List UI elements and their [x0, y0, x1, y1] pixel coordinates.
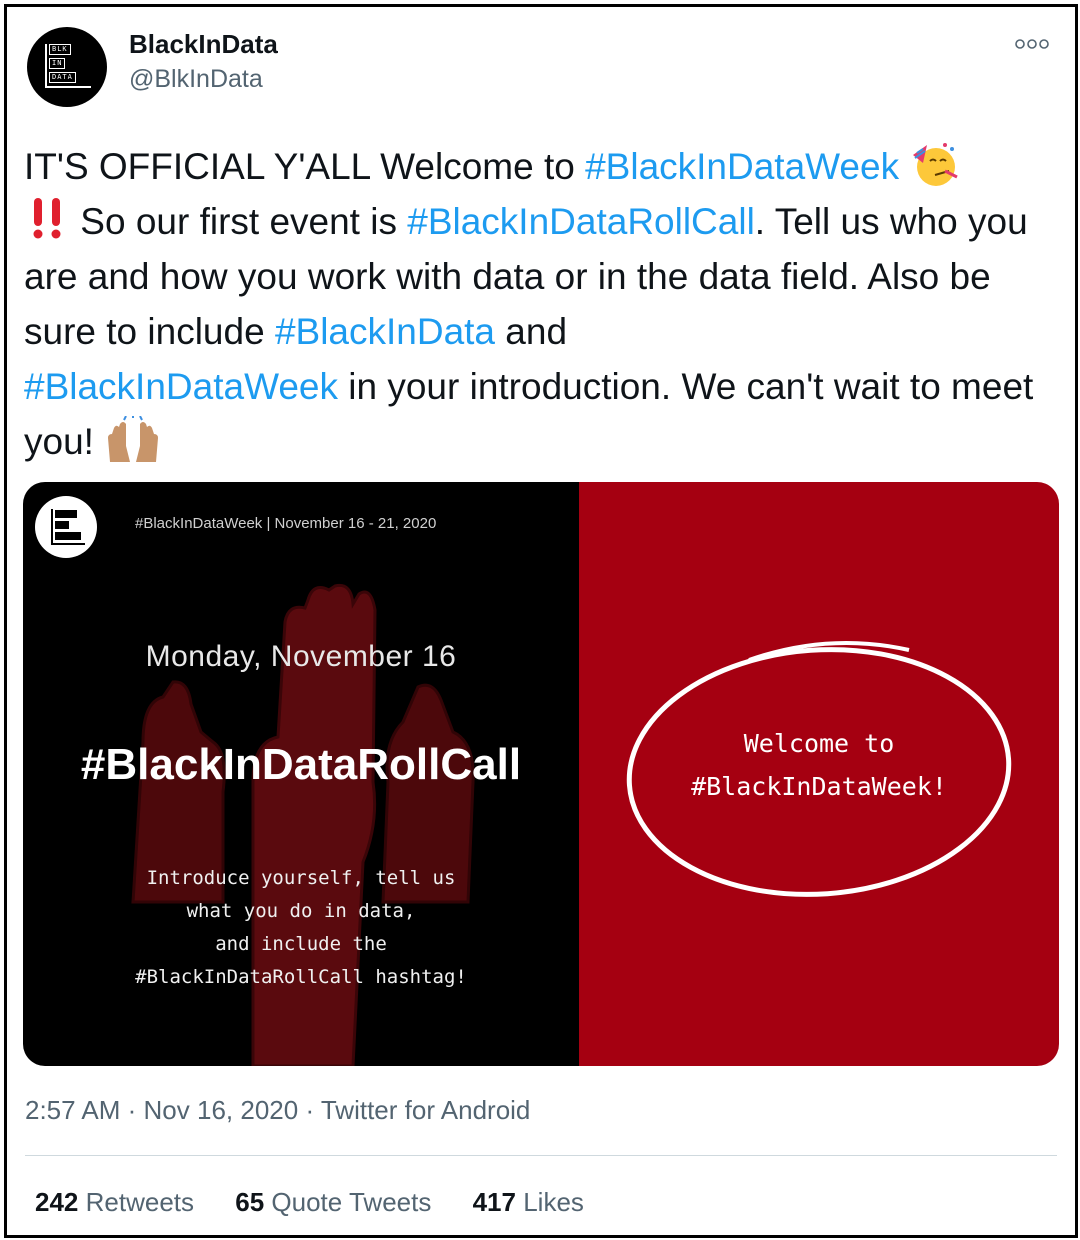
separator: · — [305, 1095, 321, 1125]
tweet-source[interactable]: Twitter for Android — [321, 1095, 531, 1125]
likes-stat[interactable]: 417 Likes — [473, 1187, 584, 1218]
tweet-meta: 2:57 AM · Nov 16, 2020 · Twitter for And… — [25, 1095, 530, 1126]
quote-tweets-count: 65 — [235, 1187, 265, 1217]
image-welcome-text: Welcome to #BlackInDataWeek! — [579, 722, 1059, 808]
avatar[interactable]: BLK IN DATA — [27, 27, 107, 107]
image-left-panel: #BlackInDataWeek | November 16 - 21, 202… — [23, 482, 579, 1066]
hashtag-link[interactable]: #BlackInData — [275, 311, 495, 352]
author-name[interactable]: BlackInData — [129, 29, 278, 60]
author-handle[interactable]: @BlkInData — [129, 65, 263, 94]
likes-label: Likes — [523, 1187, 584, 1217]
party-face-emoji-icon — [909, 141, 959, 187]
hashtag-link[interactable]: #BlackInDataWeek — [24, 366, 338, 407]
tweet-date[interactable]: Nov 16, 2020 — [144, 1095, 299, 1125]
image-intro-line: Introduce yourself, tell us — [146, 867, 456, 889]
blk-in-data-logo: BLK IN DATA — [45, 44, 91, 88]
image-welcome-line: #BlackInDataWeek! — [691, 772, 947, 801]
tweet-image[interactable]: #BlackInDataWeek | November 16 - 21, 202… — [23, 482, 1059, 1066]
retweets-count: 242 — [35, 1187, 79, 1217]
image-date-line: #BlackInDataWeek | November 16 - 21, 202… — [135, 515, 437, 532]
image-intro-line: what you do in data, — [186, 900, 416, 922]
hashtag-link[interactable]: #BlackInDataRollCall — [407, 201, 755, 242]
hashtag-link[interactable]: #BlackInDataWeek — [585, 146, 899, 187]
likes-count: 417 — [472, 1187, 516, 1217]
image-intro-line: #BlackInDataRollCall hashtag! — [135, 966, 467, 988]
separator: · — [127, 1095, 144, 1125]
retweets-label: Retweets — [85, 1187, 195, 1217]
raising-hands-icon — [104, 414, 162, 464]
quote-tweets-label: Quote Tweets — [271, 1187, 432, 1217]
tweet-time[interactable]: 2:57 AM — [25, 1095, 120, 1125]
image-intro: Introduce yourself, tell us what you do … — [23, 862, 579, 994]
more-icon[interactable] — [1015, 33, 1049, 56]
tweet-text: IT'S OFFICIAL Y'ALL Welcome to #BlackInD… — [24, 139, 1064, 469]
image-day: Monday, November 16 — [145, 640, 457, 673]
tweet-stats: 242 Retweets 65 Quote Tweets 417 Likes — [35, 1187, 618, 1218]
quote-tweets-stat[interactable]: 65 Quote Tweets — [235, 1187, 431, 1218]
tweet-text-part: IT'S OFFICIAL Y'ALL Welcome to — [24, 146, 586, 187]
image-logo — [35, 496, 97, 558]
image-welcome-line: Welcome to — [743, 729, 895, 758]
divider — [25, 1155, 1057, 1156]
image-intro-line: and include the — [215, 933, 387, 955]
tweet-text-part: So our first event is — [70, 201, 408, 242]
tweet-card: BLK IN DATA BlackInData @BlkInData IT'S … — [4, 4, 1078, 1238]
tweet-text-part: and — [495, 311, 568, 352]
retweets-stat[interactable]: 242 Retweets — [35, 1187, 194, 1218]
double-exclamation-icon — [24, 196, 70, 240]
image-hashtag: #BlackInDataRollCall — [80, 740, 522, 789]
